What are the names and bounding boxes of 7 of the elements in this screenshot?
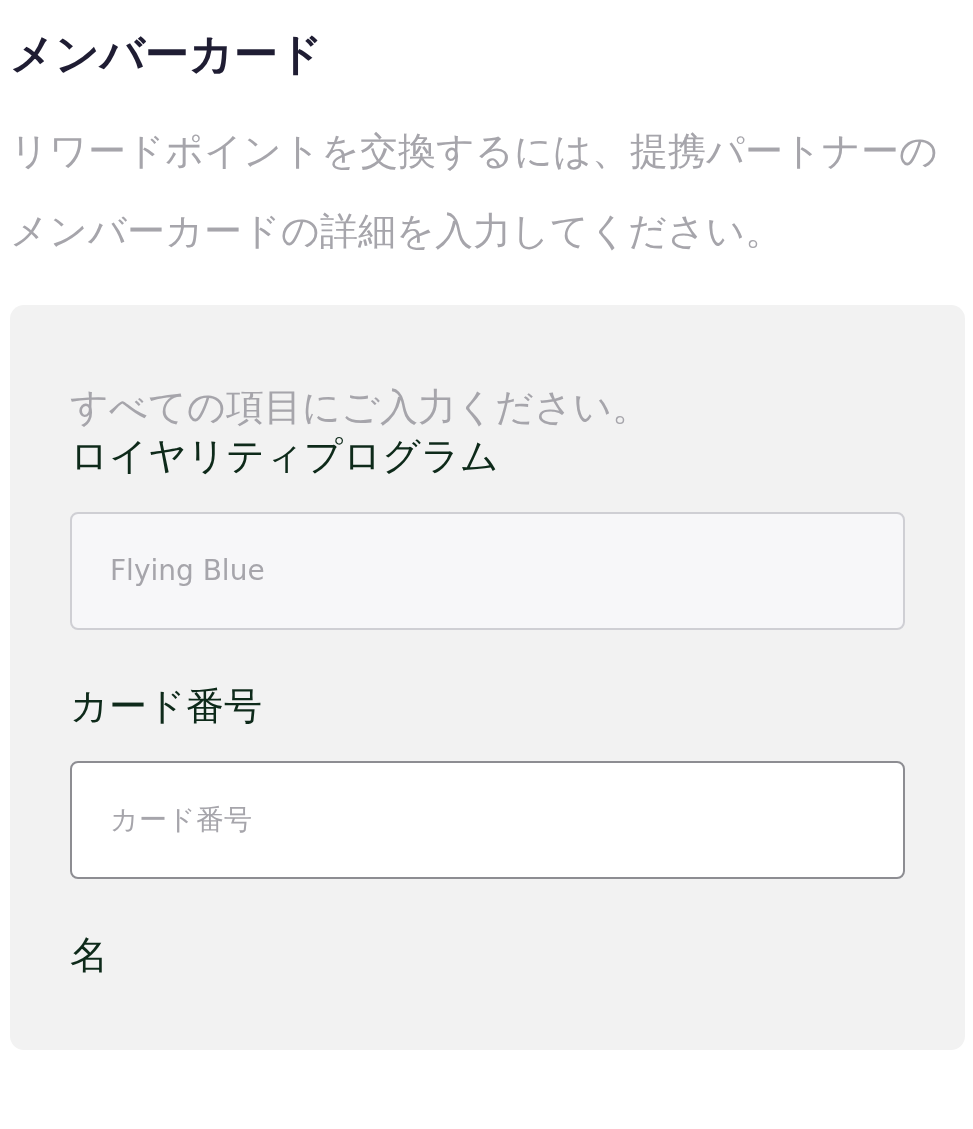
page-title: メンバーカード <box>10 28 324 81</box>
hint-text: すべての項目にご入力ください。 <box>70 383 651 431</box>
description-text: リワードポイントを交換するには、提携パートナーのメンバーカードの詳細を入力してください。 <box>10 127 939 255</box>
input-field[interactable]: カード番号 <box>70 760 905 879</box>
field-label: 名 <box>70 931 109 979</box>
field-label: ロイヤリティプログラム <box>70 433 500 481</box>
field-label: カード番号 <box>70 682 263 730</box>
